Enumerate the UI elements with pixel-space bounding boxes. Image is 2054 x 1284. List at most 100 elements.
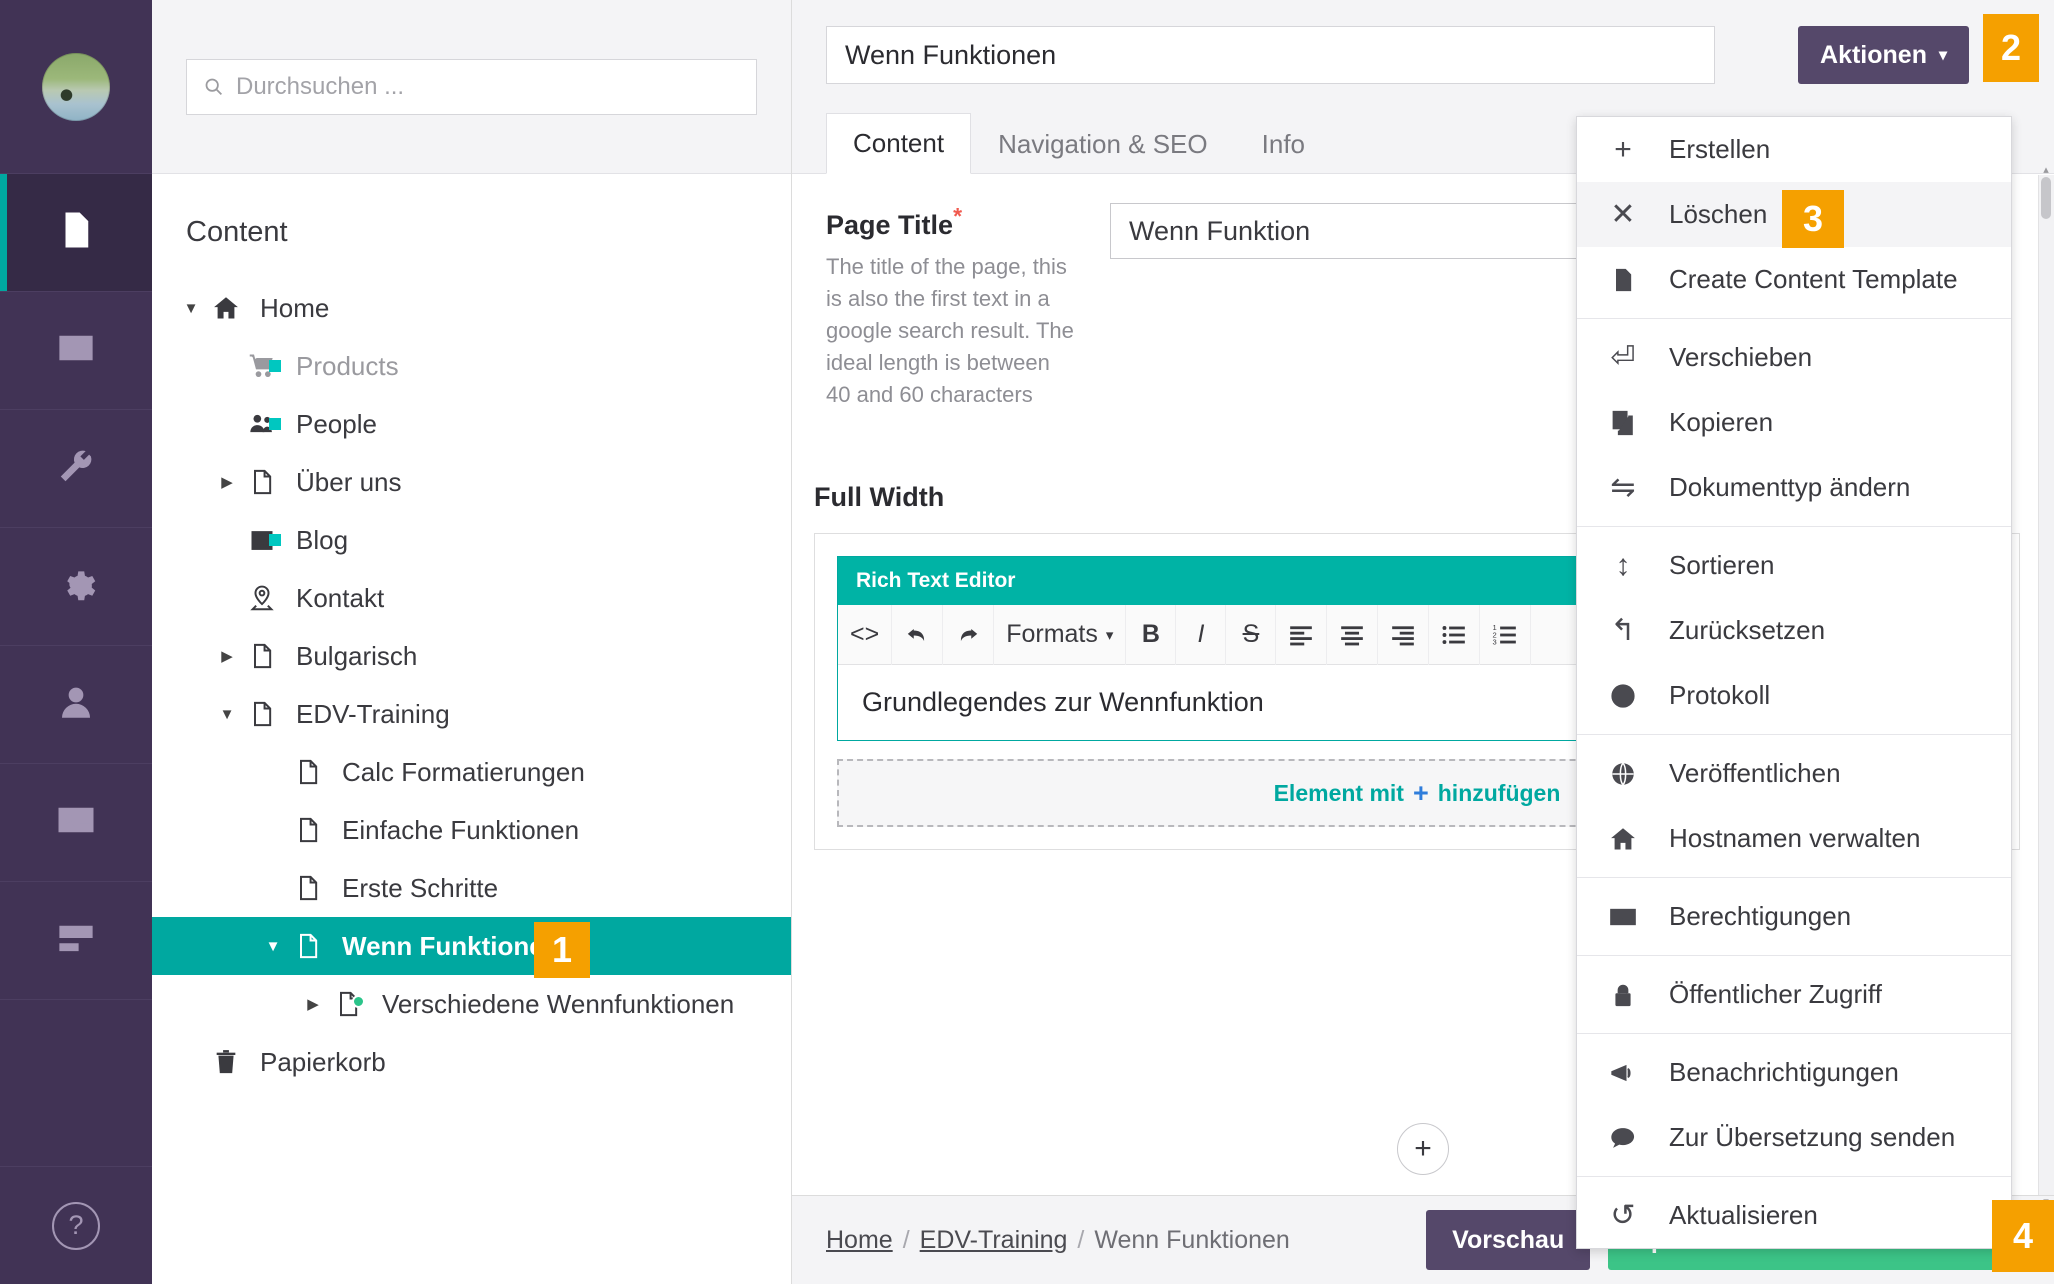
- menu-item-zurücksetzen[interactable]: ↰ Zurücksetzen: [1577, 598, 2011, 663]
- menu-item-erstellen[interactable]: + Erstellen: [1577, 117, 2011, 182]
- menu-separator: [1577, 1033, 2011, 1034]
- align-right-button[interactable]: [1378, 604, 1430, 665]
- caret-right-icon[interactable]: ▶: [212, 647, 242, 665]
- bold-button-glyph: B: [1141, 620, 1160, 649]
- page-icon: [242, 642, 282, 670]
- strikethrough-button[interactable]: S: [1226, 604, 1277, 665]
- property-label-text: Page Title: [826, 210, 954, 240]
- menu-item-berechtigungen[interactable]: Berechtigungen: [1577, 884, 2011, 949]
- tree-node[interactable]: ▶ Verschiedene Wennfunktionen: [152, 975, 791, 1033]
- menu-item-label: Zurücksetzen: [1669, 615, 1826, 645]
- tree-node[interactable]: ▶ Bulgarisch: [152, 627, 791, 685]
- tree-node-label: Bulgarisch: [296, 640, 418, 671]
- add-row-button[interactable]: +: [1397, 1123, 1449, 1175]
- sidebar-item-settings[interactable]: [0, 410, 152, 528]
- user-avatar[interactable]: [42, 52, 110, 121]
- avatar-zone: [0, 0, 152, 174]
- page-icon: [288, 874, 328, 902]
- tree-node-selected[interactable]: ▼ Wenn Funktionen: [152, 917, 791, 975]
- sort-icon: ↕: [1615, 548, 1631, 582]
- redo-button[interactable]: [943, 604, 995, 665]
- caret-down-icon[interactable]: ▼: [258, 938, 288, 955]
- sidebar-item-users[interactable]: [0, 646, 152, 764]
- bold-button[interactable]: B: [1126, 604, 1177, 665]
- breadcrumb-item[interactable]: EDV-Training: [920, 1226, 1068, 1255]
- undo-button[interactable]: [892, 604, 944, 665]
- tree-node[interactable]: ▼ Home: [152, 279, 791, 337]
- tree-node[interactable]: ▶Kontakt: [152, 569, 791, 627]
- menu-item-kopieren[interactable]: Kopieren: [1577, 390, 2011, 455]
- caret-right-icon[interactable]: ▶: [212, 473, 242, 491]
- tree-node[interactable]: ▶Products: [152, 337, 791, 395]
- scroll-thumb[interactable]: [2041, 177, 2051, 219]
- menu-item-protokoll[interactable]: Protokoll: [1577, 663, 2011, 728]
- refresh-icon: ↺: [1610, 1198, 1636, 1232]
- sidebar-item-members[interactable]: [0, 764, 152, 882]
- clock-icon: [1577, 682, 1669, 710]
- tree-node-label: Blog: [296, 524, 349, 555]
- tree-node[interactable]: ▶Einfache Funktionen: [152, 801, 791, 859]
- sidebar-item-content[interactable]: [0, 174, 152, 292]
- numbered-list-button[interactable]: 123: [1480, 604, 1532, 665]
- source-code-button-glyph: <>: [850, 620, 880, 649]
- menu-item-create-content-template[interactable]: Create Content Template: [1577, 247, 2011, 312]
- property-meta: Page Title* The title of the page, this …: [826, 203, 1076, 410]
- caret-right-icon[interactable]: ▶: [298, 995, 328, 1013]
- tab-info[interactable]: Info: [1235, 114, 1332, 174]
- tree-title: Content: [186, 216, 288, 248]
- menu-item-verschieben[interactable]: ⏎ Verschieben: [1577, 325, 2011, 390]
- menu-separator: [1577, 526, 2011, 527]
- editor-scrollbar[interactable]: ▴ ▾: [2038, 164, 2054, 1208]
- menu-item-veröffentlichen[interactable]: Veröffentlichen: [1577, 741, 2011, 806]
- tree-node[interactable]: ▶Calc Formatierungen: [152, 743, 791, 801]
- menu-item-aktualisieren[interactable]: ↺ Aktualisieren: [1577, 1183, 2011, 1248]
- tab-navigation-seo[interactable]: Navigation & SEO: [971, 114, 1235, 174]
- search-box[interactable]: [186, 58, 757, 115]
- tree-node[interactable]: ▶Papierkorb: [152, 1033, 791, 1091]
- sidebar-item-forms[interactable]: [0, 882, 152, 1000]
- menu-item-dokumenttyp-ändern[interactable]: ⇋ Dokumenttyp ändern: [1577, 455, 2011, 520]
- step-badge-1: 1: [534, 922, 590, 978]
- bullet-list-button[interactable]: [1429, 604, 1481, 665]
- menu-item-hostnamen-verwalten[interactable]: Hostnamen verwalten: [1577, 806, 2011, 871]
- search-input[interactable]: [236, 72, 740, 101]
- caret-down-icon[interactable]: ▼: [212, 706, 242, 723]
- node-name-field[interactable]: Wenn Funktionen: [826, 26, 1715, 84]
- italic-button[interactable]: I: [1176, 604, 1227, 665]
- scroll-up-arrow[interactable]: ▴: [2040, 163, 2052, 176]
- tree-node-label: Products: [296, 350, 399, 381]
- menu-item-zur-übersetzung-senden[interactable]: Zur Übersetzung senden: [1577, 1105, 2011, 1170]
- tree-node[interactable]: ▶Erste Schritte: [152, 859, 791, 917]
- menu-item-label: Create Content Template: [1669, 264, 1958, 294]
- align-left-button[interactable]: [1276, 604, 1328, 665]
- home-icon: [206, 294, 246, 322]
- menu-item-benachrichtigungen[interactable]: Benachrichtigungen: [1577, 1040, 2011, 1105]
- menu-item-öffentlicher-zugriff[interactable]: Öffentlicher Zugriff: [1577, 962, 2011, 1027]
- sidebar-item-packages[interactable]: [0, 528, 152, 646]
- pin-icon: [242, 584, 282, 612]
- breadcrumb-item[interactable]: Home: [826, 1226, 893, 1255]
- formats-dropdown[interactable]: Formats ▾: [994, 604, 1127, 665]
- caret-down-icon[interactable]: ▼: [176, 300, 206, 317]
- actions-dropdown-menu: + Erstellen ✕ Löschen Create Content Templat…: [1576, 116, 2012, 1249]
- step-badge-3: 3: [1782, 190, 1844, 248]
- sidebar-item-media[interactable]: [0, 292, 152, 410]
- tab-content[interactable]: Content: [826, 113, 972, 174]
- step-badge-2: 2: [1983, 14, 2039, 82]
- source-code-button[interactable]: <>: [838, 604, 893, 665]
- home-icon: [1577, 825, 1669, 853]
- align-center-button[interactable]: [1327, 604, 1379, 665]
- menu-item-label: Löschen: [1669, 199, 1768, 229]
- tree-node[interactable]: ▶Blog: [152, 511, 791, 569]
- tree-node[interactable]: ▶People: [152, 395, 791, 453]
- calendar-icon: [242, 526, 282, 554]
- actions-button[interactable]: Aktionen ▾: [1798, 26, 1969, 84]
- svg-text:3: 3: [1493, 637, 1497, 646]
- tree-node[interactable]: ▶ Über uns: [152, 453, 791, 511]
- help-button[interactable]: ?: [0, 1166, 152, 1284]
- menu-item-sortieren[interactable]: ↕ Sortieren: [1577, 533, 2011, 598]
- close-icon: ✕: [1610, 197, 1636, 231]
- preview-button[interactable]: Vorschau: [1426, 1210, 1591, 1270]
- tree-node[interactable]: ▼ EDV-Training: [152, 685, 791, 743]
- menu-item-label: Protokoll: [1669, 680, 1771, 710]
